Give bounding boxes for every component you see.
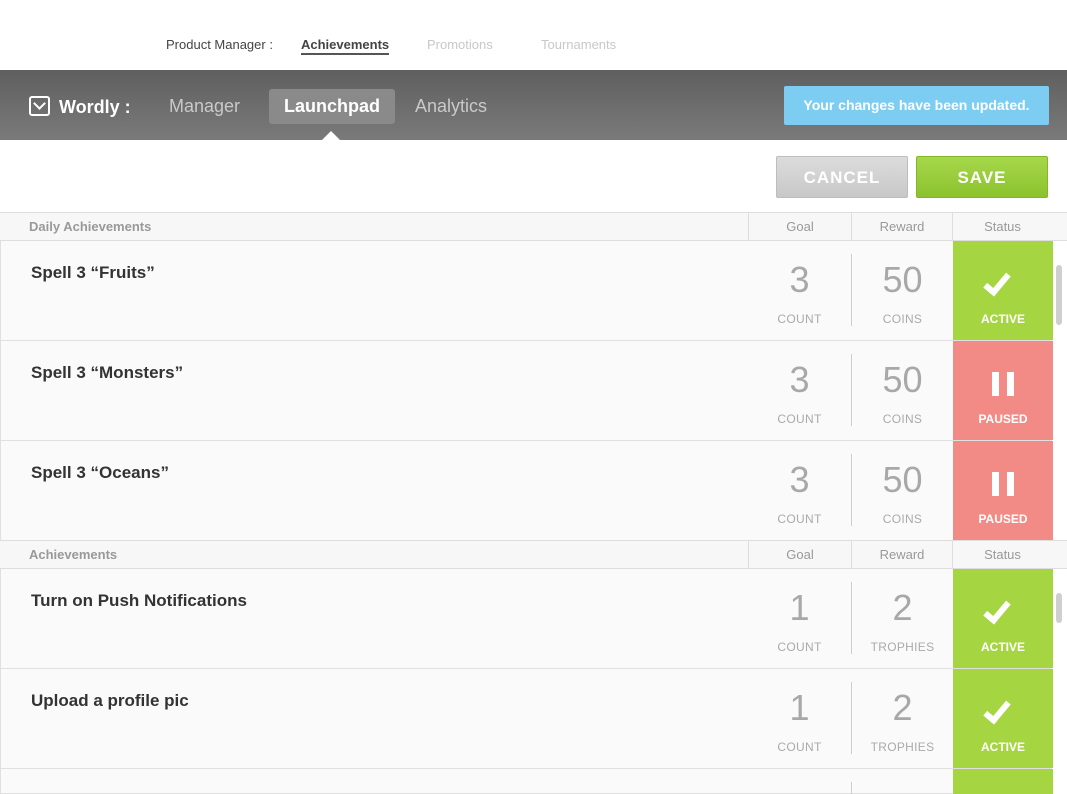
status-toggle[interactable]: ACTIVE (953, 241, 1053, 340)
metric-divider (851, 782, 852, 794)
status-toggle[interactable] (953, 769, 1053, 794)
goal-value: 1 (789, 687, 810, 728)
goal-metric: 3 COUNT (749, 441, 850, 541)
achievements-header: Achievements Goal Reward Status (0, 540, 1067, 569)
reward-metric: 50 COINS (852, 441, 953, 541)
goal-unit: COUNT (777, 740, 822, 754)
reward-value: 50 (882, 359, 923, 400)
wordly-logo-icon (29, 96, 50, 116)
achievement-row[interactable]: Spell 3 “Monsters” 3 COUNT 50 COINS PAUS… (0, 341, 1053, 441)
goal-column-header: Goal (748, 541, 851, 568)
app-header: Wordly : Manager Launchpad Analytics You… (0, 70, 1067, 140)
nav-tab-launchpad[interactable]: Launchpad (269, 89, 396, 124)
achievement-name: Spell 3 “Fruits” (31, 263, 155, 282)
goal-value: 3 (789, 359, 810, 400)
achievement-row[interactable]: Spell 3 “Oceans” 3 COUNT 50 COINS PAUSED (0, 441, 1053, 541)
check-icon (983, 267, 1011, 297)
goal-unit: COUNT (777, 640, 822, 654)
check-icon (983, 695, 1011, 725)
pm-tab-achievements[interactable]: Achievements (301, 37, 390, 55)
goal-value: 1 (789, 587, 810, 628)
product-manager-bar: Product Manager : Achievements Promotion… (0, 0, 1067, 70)
goal-value: 3 (789, 259, 810, 300)
reward-metric: 2 TROPHIES (852, 569, 953, 669)
app-brand: Wordly : (59, 97, 131, 117)
reward-unit: COINS (882, 312, 923, 326)
daily-achievements-header: Daily Achievements Goal Reward Status (0, 212, 1067, 241)
goal-unit: COUNT (777, 512, 822, 526)
achievement-name: Spell 3 “Monsters” (31, 363, 184, 382)
goal-metric: 3 COUNT (749, 241, 850, 341)
status-toggle[interactable]: PAUSED (953, 441, 1053, 540)
pm-tab-tournaments[interactable]: Tournaments (541, 37, 616, 52)
status-label: PAUSED (978, 512, 1028, 526)
goal-metric: 1 COUNT (749, 669, 850, 769)
pause-icon (992, 372, 1014, 396)
achievement-row[interactable]: Turn on Push Notifications 1 COUNT 2 TRO… (0, 569, 1053, 669)
reward-unit: TROPHIES (870, 640, 935, 654)
cancel-button[interactable]: CANCEL (776, 156, 908, 198)
reward-column-header: Reward (851, 541, 952, 568)
section-title: Achievements (29, 547, 118, 562)
status-column-header: Status (952, 213, 1052, 240)
goal-value: 3 (789, 459, 810, 500)
status-label: ACTIVE (980, 740, 1025, 754)
reward-unit: COINS (882, 512, 923, 526)
status-label: ACTIVE (980, 312, 1025, 326)
reward-value: 50 (882, 459, 923, 500)
product-manager-label: Product Manager : (166, 37, 273, 52)
reward-metric: 50 COINS (852, 341, 953, 441)
reward-unit: COINS (882, 412, 923, 426)
daily-scrollbar[interactable] (1056, 265, 1062, 325)
nav-tab-manager[interactable]: Manager (154, 89, 255, 124)
goal-unit: COUNT (777, 412, 822, 426)
reward-value: 50 (882, 259, 923, 300)
status-label: PAUSED (978, 412, 1028, 426)
achievement-row[interactable]: Upload a profile pic 1 COUNT 2 TROPHIES … (0, 669, 1053, 769)
status-column-header: Status (952, 541, 1052, 568)
pm-tab-promotions[interactable]: Promotions (427, 37, 493, 52)
check-icon (983, 595, 1011, 625)
achievements-scrollbar[interactable] (1056, 593, 1062, 623)
status-toggle[interactable]: ACTIVE (953, 569, 1053, 668)
save-button[interactable]: SAVE (916, 156, 1048, 198)
active-tab-caret-icon (322, 131, 340, 140)
goal-column-header: Goal (748, 213, 851, 240)
reward-value: 2 (892, 587, 913, 628)
achievement-name: Upload a profile pic (31, 691, 189, 710)
pause-icon (992, 472, 1014, 496)
nav-tab-analytics[interactable]: Analytics (400, 89, 502, 124)
goal-unit: COUNT (777, 312, 822, 326)
reward-unit: TROPHIES (870, 740, 935, 754)
achievement-row-partial[interactable] (0, 769, 1053, 794)
goal-metric: 3 COUNT (749, 341, 850, 441)
reward-metric: 50 COINS (852, 241, 953, 341)
status-label: ACTIVE (980, 640, 1025, 654)
achievement-name: Turn on Push Notifications (31, 591, 247, 610)
reward-column-header: Reward (851, 213, 952, 240)
goal-metric: 1 COUNT (749, 569, 850, 669)
update-notice: Your changes have been updated. (784, 86, 1049, 125)
reward-metric: 2 TROPHIES (852, 669, 953, 769)
status-toggle[interactable]: PAUSED (953, 341, 1053, 440)
reward-value: 2 (892, 687, 913, 728)
achievement-row[interactable]: Spell 3 “Fruits” 3 COUNT 50 COINS ACTIVE (0, 241, 1053, 341)
section-title: Daily Achievements (29, 219, 152, 234)
status-toggle[interactable]: ACTIVE (953, 669, 1053, 768)
achievement-name: Spell 3 “Oceans” (31, 463, 169, 482)
